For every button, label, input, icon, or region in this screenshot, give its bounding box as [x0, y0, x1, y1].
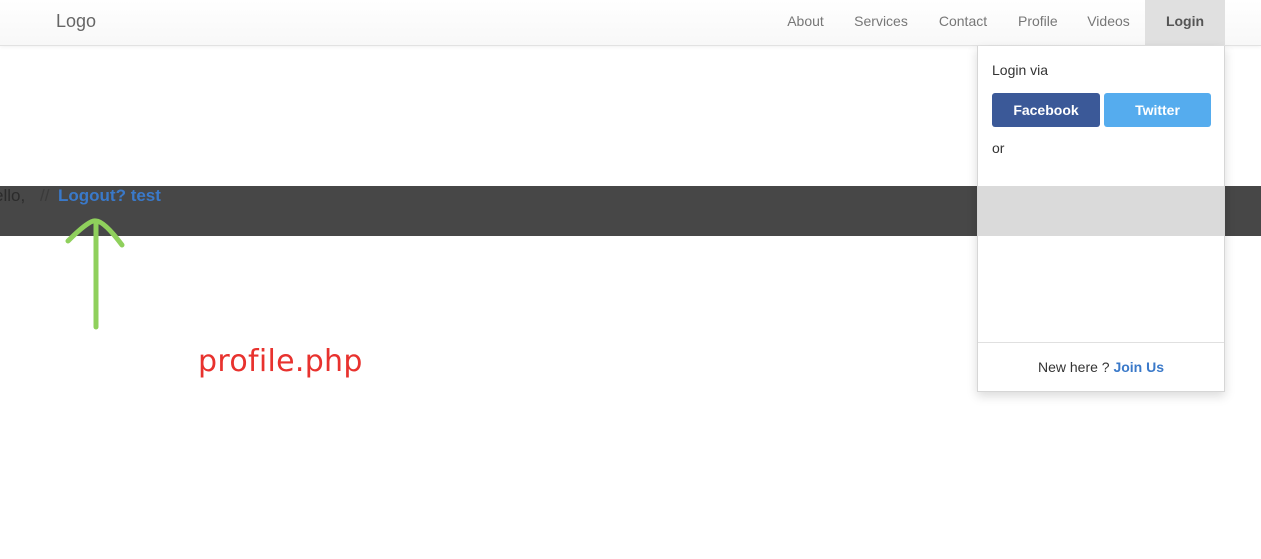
greeting-text: ello, //: [0, 186, 58, 206]
up-arrow-annotation-icon: [65, 218, 125, 330]
nav-contact[interactable]: Contact: [923, 0, 1003, 45]
brand-logo[interactable]: Logo: [56, 11, 96, 32]
or-separator: or: [992, 140, 1005, 156]
join-us-link[interactable]: Join Us: [1113, 359, 1164, 375]
greeting-separator: //: [40, 186, 50, 205]
facebook-login-button[interactable]: Facebook: [992, 93, 1100, 127]
nav-profile[interactable]: Profile: [1003, 0, 1072, 45]
greeting-prefix: ello,: [0, 186, 26, 205]
logout-link[interactable]: Logout? test: [58, 186, 161, 206]
new-here-text: New here ?: [1037, 359, 1110, 375]
dropdown-divider: [978, 342, 1224, 343]
login-dropdown-menu: Login via Facebook Twitter or New here ?…: [977, 46, 1225, 392]
nav-services[interactable]: Services: [839, 0, 923, 45]
nav-about[interactable]: About: [772, 0, 839, 45]
login-via-label: Login via: [992, 62, 1049, 78]
login-label: Login: [1165, 13, 1205, 29]
login-form-area: [978, 186, 1224, 236]
dropdown-footer: New here ? Join Us: [978, 359, 1224, 375]
nav-videos[interactable]: Videos: [1072, 0, 1145, 45]
navbar: Logo About Services Contact Profile Vide…: [0, 0, 1261, 68]
nav-login-dropdown[interactable]: Login: [1145, 0, 1225, 68]
annotation-label: profile.php: [198, 344, 363, 379]
twitter-login-button[interactable]: Twitter: [1104, 93, 1211, 127]
